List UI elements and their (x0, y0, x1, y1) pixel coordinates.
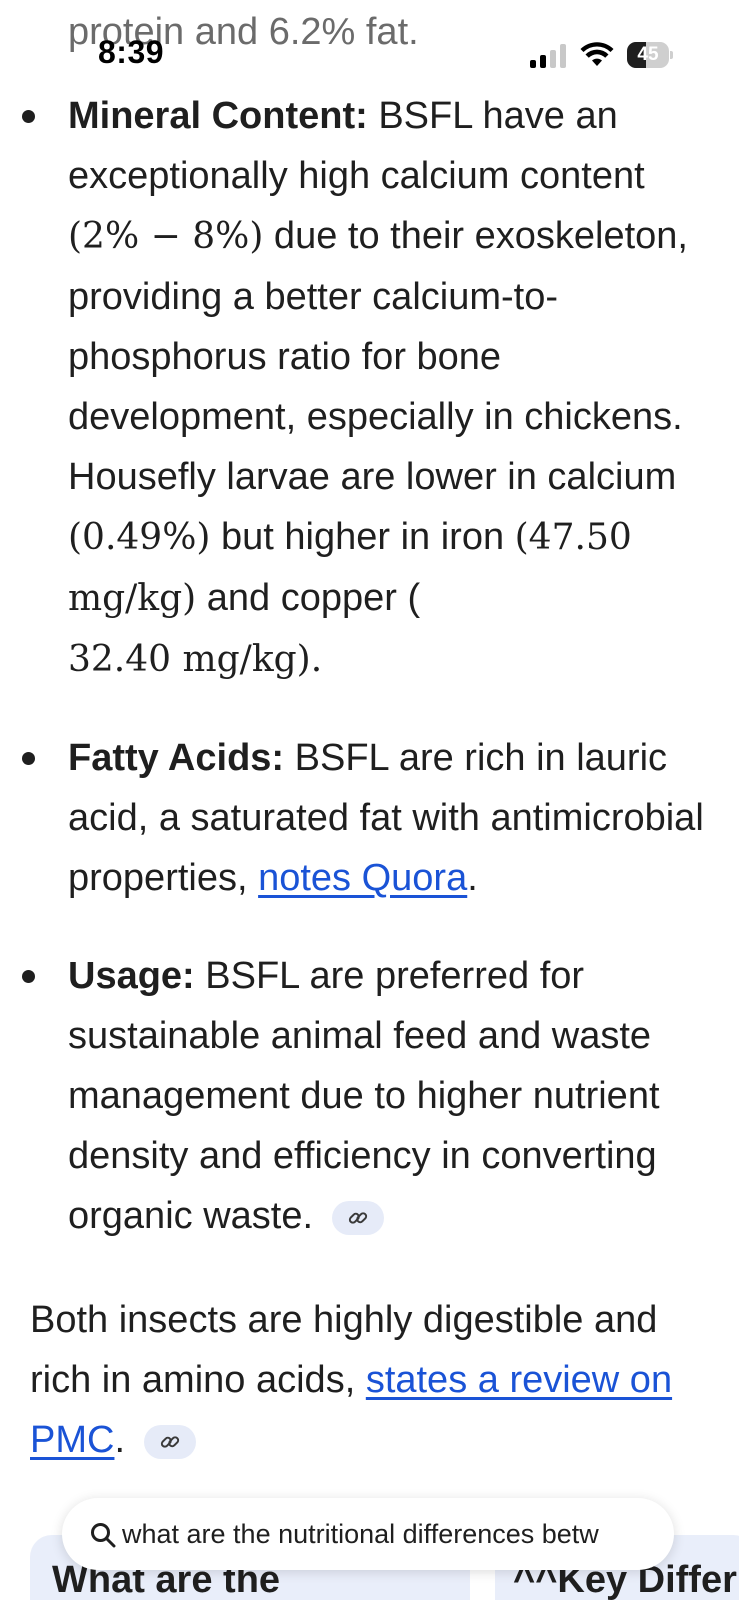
status-bar: 8:39 45 (0, 0, 739, 100)
bullet-icon (22, 110, 35, 123)
bullet-icon (22, 970, 35, 983)
bullet-text: . (467, 857, 478, 899)
bullet-text: and copper ( (196, 577, 421, 619)
battery-icon: 45 (627, 42, 673, 68)
list-item-usage: Usage: BSFL are preferred for sustainabl… (0, 946, 739, 1246)
math-value: (0.49%) (68, 517, 211, 558)
link-icon (348, 1212, 367, 1224)
bullet-heading: Mineral Content: (68, 95, 368, 137)
citation-link-chip[interactable] (331, 1200, 384, 1235)
bullet-icon (22, 752, 35, 765)
cellular-signal-icon (530, 44, 566, 68)
battery-level: 45 (637, 44, 659, 65)
source-link-quora[interactable]: notes Quora (258, 857, 467, 899)
search-query-text: what are the nutritional differences bet… (122, 1519, 599, 1549)
wifi-icon (580, 42, 614, 66)
math-value: (2% − 8%) (68, 216, 264, 257)
bullet-list: Mineral Content: BSFL have an exceptiona… (0, 86, 739, 1246)
math-value: 32.40 mg/kg). (68, 639, 323, 680)
citation-link-chip[interactable] (143, 1424, 196, 1459)
link-icon (160, 1436, 179, 1448)
bullet-text: but higher in iron (210, 516, 515, 558)
status-time: 8:39 (98, 34, 165, 70)
bullet-heading: Fatty Acids: (68, 737, 285, 779)
bullet-text: BSFL are preferred for sustainable anima… (68, 955, 660, 1237)
list-item-fatty-acids: Fatty Acids: BSFL are rich in lauric aci… (0, 728, 739, 908)
summary-paragraph: Both insects are highly digestible and r… (30, 1290, 720, 1470)
paragraph-text: . (114, 1419, 136, 1461)
bullet-text: due to their exoskeleton, providing a be… (68, 215, 688, 498)
bullet-heading: Usage: (68, 955, 195, 997)
search-query-pill[interactable]: what are the nutritional differences bet… (62, 1498, 674, 1570)
list-item-mineral-content: Mineral Content: BSFL have an exceptiona… (0, 86, 739, 690)
search-icon (91, 1523, 116, 1548)
